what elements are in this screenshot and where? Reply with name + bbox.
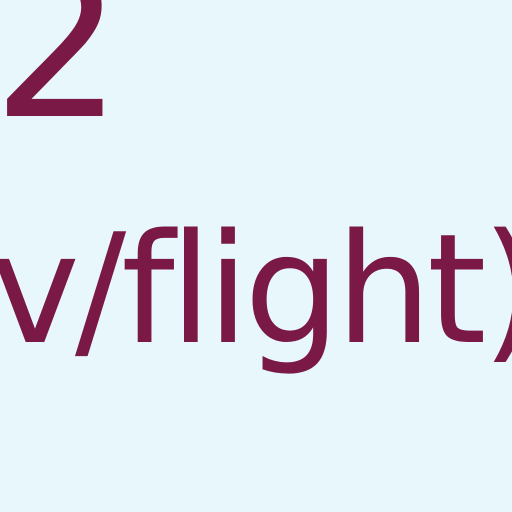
- route-fragment-text: v/flight): [0, 201, 512, 378]
- zoomed-text-view: 2 v/flight): [0, 0, 512, 512]
- top-partial-character: 2: [0, 0, 123, 165]
